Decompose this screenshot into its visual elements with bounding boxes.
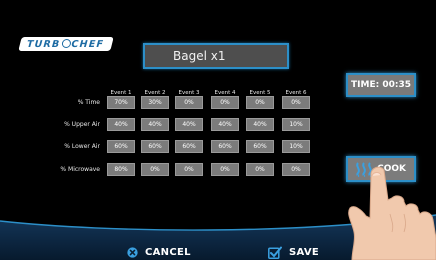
save-label: SAVE — [289, 246, 320, 258]
turbochef-logo: TURB CHEF — [18, 37, 114, 51]
recipe-name: Bagel x1 — [173, 49, 226, 63]
cell-microwave-event-3[interactable]: 0% — [175, 163, 203, 176]
logo-ring-icon — [61, 38, 72, 48]
cell-lower-air-event-3[interactable]: 60% — [175, 140, 203, 153]
row-label-microwave: % Microwave — [60, 166, 100, 173]
heat-waves-icon — [356, 162, 372, 177]
cell-upper-air-event-5[interactable]: 40% — [246, 118, 274, 131]
cancel-button[interactable]: CANCEL — [127, 244, 191, 260]
row-label-time: % Time — [77, 99, 100, 106]
cell-microwave-event-6[interactable]: 0% — [282, 163, 310, 176]
cell-time-event-1[interactable]: 70% — [107, 96, 135, 109]
cell-time-event-6[interactable]: 0% — [282, 96, 310, 109]
close-circle-icon — [127, 246, 138, 258]
cell-microwave-event-2[interactable]: 0% — [141, 163, 169, 176]
cell-microwave-event-5[interactable]: 0% — [246, 163, 274, 176]
time-label: TIME: 00:35 — [351, 80, 411, 90]
logo-text: TURB CHEF — [26, 38, 106, 50]
cell-time-event-5[interactable]: 0% — [246, 96, 274, 109]
cook-label: COOK — [377, 164, 406, 174]
cell-lower-air-event-5[interactable]: 60% — [246, 140, 274, 153]
recipe-name-field[interactable]: Bagel x1 — [143, 43, 289, 69]
cell-time-event-3[interactable]: 0% — [175, 96, 203, 109]
cell-microwave-event-4[interactable]: 0% — [211, 163, 239, 176]
row-label-lower-air: % Lower Air — [64, 143, 100, 150]
cell-upper-air-event-6[interactable]: 10% — [282, 118, 310, 131]
cell-microwave-event-1[interactable]: 80% — [107, 163, 135, 176]
cell-lower-air-event-6[interactable]: 10% — [282, 140, 310, 153]
cell-upper-air-event-1[interactable]: 40% — [107, 118, 135, 131]
time-button[interactable]: TIME: 00:35 — [346, 73, 416, 97]
cell-lower-air-event-4[interactable]: 60% — [211, 140, 239, 153]
oven-touchscreen: TURB CHEF Bagel x1 TIME: 00:35 Event 1 Ev… — [0, 0, 436, 260]
logo-text-end: CHEF — [71, 38, 106, 50]
row-label-upper-air: % Upper Air — [64, 121, 100, 128]
cell-upper-air-event-2[interactable]: 40% — [141, 118, 169, 131]
cook-button[interactable]: COOK — [346, 156, 416, 182]
footer-wave — [0, 214, 436, 260]
save-button[interactable]: SAVE — [268, 244, 319, 260]
cell-lower-air-event-1[interactable]: 60% — [107, 140, 135, 153]
logo-text-start: TURB — [26, 38, 62, 50]
checkbox-icon — [268, 246, 282, 259]
cell-upper-air-event-3[interactable]: 40% — [175, 118, 203, 131]
cancel-label: CANCEL — [145, 246, 191, 258]
cell-time-event-4[interactable]: 0% — [211, 96, 239, 109]
cell-upper-air-event-4[interactable]: 40% — [211, 118, 239, 131]
cell-time-event-2[interactable]: 30% — [141, 96, 169, 109]
cell-lower-air-event-2[interactable]: 60% — [141, 140, 169, 153]
